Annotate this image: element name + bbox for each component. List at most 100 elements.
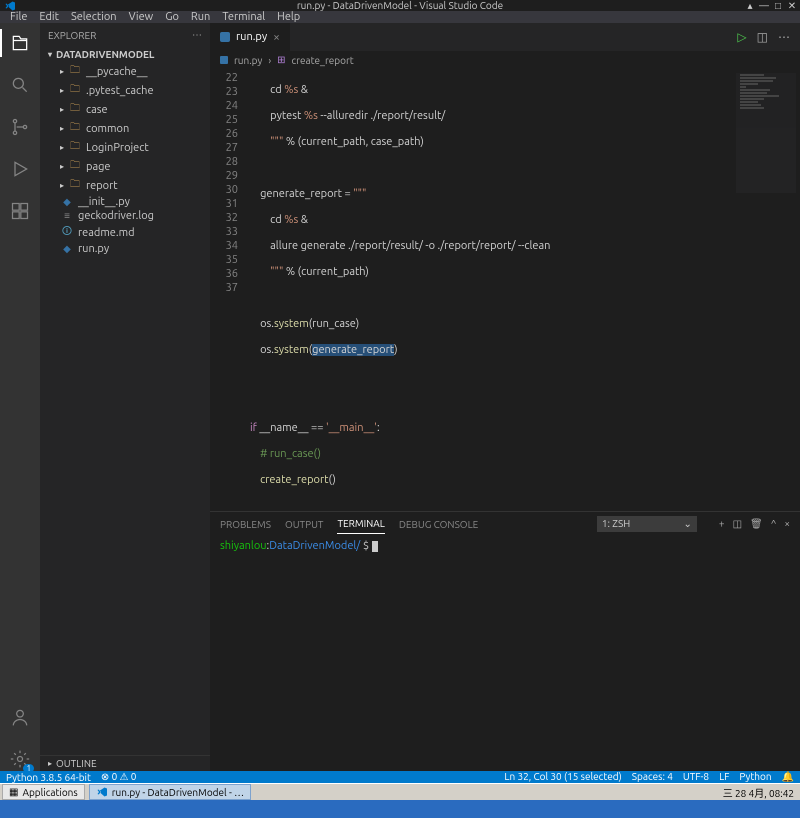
status-bar: Python 3.8.5 64-bit ⊗ 0 ⚠ 0 Ln 32, Col 3… xyxy=(0,771,800,783)
explorer-icon[interactable] xyxy=(8,31,32,55)
maximize-panel-icon[interactable]: ^ xyxy=(771,518,777,530)
system-tray: 三 28 4月, 08:42 xyxy=(717,785,800,800)
status-lang[interactable]: Python xyxy=(739,771,771,783)
menu-bar: File Edit Selection View Go Run Terminal… xyxy=(0,11,800,23)
activity-bar: 1 xyxy=(0,23,40,771)
menu-terminal[interactable]: Terminal xyxy=(216,11,271,23)
line-gutter: 22232425262728293031323334353637 xyxy=(210,69,250,511)
status-bell-icon[interactable]: 🔔 xyxy=(782,771,794,783)
status-cursor[interactable]: Ln 32, Col 30 (15 selected) xyxy=(504,771,621,783)
breadcrumb[interactable]: run.py › ⊞ create_report xyxy=(210,51,800,69)
tray-clock[interactable]: 三 28 4月, 08:42 xyxy=(723,785,794,800)
run-debug-icon[interactable] xyxy=(8,157,32,181)
menu-file[interactable]: File xyxy=(4,11,33,23)
explorer-header: EXPLORER ⋯ xyxy=(40,23,210,47)
os-taskbar: ▦ Applications run.py - DataDrivenModel … xyxy=(0,783,800,800)
tab-close-icon[interactable]: × xyxy=(273,31,280,44)
tab-problems[interactable]: PROBLEMS xyxy=(220,515,271,534)
tab-actions: ▷ ◫ ⋯ xyxy=(737,30,800,44)
terminal-view[interactable]: shiyanlou:DataDrivenModel/ $ xyxy=(210,536,800,771)
symbol-function-icon: ⊞ xyxy=(277,54,285,66)
tree-item[interactable]: ≡geckodriver.log xyxy=(52,209,210,223)
menu-help[interactable]: Help xyxy=(271,11,306,23)
chevron-down-icon: ⌄ xyxy=(684,518,692,530)
editor-split: 22232425262728293031323334353637 cd %s &… xyxy=(210,69,800,771)
close-panel-icon[interactable]: × xyxy=(784,518,790,530)
terminal-user: shiyanlou xyxy=(220,540,267,552)
status-encoding[interactable]: UTF-8 xyxy=(683,771,709,783)
panel-tabs: PROBLEMS OUTPUT TERMINAL DEBUG CONSOLE 1… xyxy=(210,512,800,536)
minimize-button[interactable]: — xyxy=(758,0,770,12)
explorer-sidebar: EXPLORER ⋯ ▾ DATADRIVENMODEL ▸🗀__pycache… xyxy=(40,23,210,771)
status-errors[interactable]: ⊗ 0 ⚠ 0 xyxy=(101,771,137,783)
tree-item[interactable]: ▸🗀report xyxy=(52,176,210,195)
tree-item[interactable]: ▸🗀LoginProject xyxy=(52,138,210,157)
status-eol[interactable]: LF xyxy=(719,771,729,783)
window-controls: ▴ — □ ✕ xyxy=(744,0,798,12)
close-button[interactable]: ✕ xyxy=(786,0,798,12)
outline-section[interactable]: ▸ OUTLINE xyxy=(40,755,210,771)
chevron-right-icon: › xyxy=(268,55,271,66)
applications-label: Applications xyxy=(22,787,77,798)
extensions-icon[interactable] xyxy=(8,199,32,223)
explorer-title: EXPLORER xyxy=(48,30,96,41)
grid-icon: ▦ xyxy=(9,786,18,798)
taskbar-item-vscode[interactable]: run.py - DataDrivenModel - … xyxy=(89,784,251,800)
minimap[interactable] xyxy=(736,73,796,193)
taskbar-item-label: run.py - DataDrivenModel - … xyxy=(112,787,244,798)
tab-run-py[interactable]: run.py × xyxy=(210,23,291,51)
menu-run[interactable]: Run xyxy=(185,11,216,23)
vscode-logo-icon xyxy=(4,0,16,12)
kill-terminal-icon[interactable]: 🗑 xyxy=(750,518,763,530)
tree-item[interactable]: 🛈readme.md xyxy=(52,223,210,242)
menu-selection[interactable]: Selection xyxy=(65,11,123,23)
python-file-icon xyxy=(220,56,228,64)
tab-debug-console[interactable]: DEBUG CONSOLE xyxy=(399,515,478,534)
tree-item[interactable]: ◆run.py xyxy=(52,242,210,256)
editor-tabs: run.py × ▷ ◫ ⋯ xyxy=(210,23,800,51)
tree-item[interactable]: ▸🗀__pycache__ xyxy=(52,62,210,81)
project-name: DATADRIVENMODEL xyxy=(56,49,154,60)
terminal-shell-select[interactable]: 1: zsh ⌄ xyxy=(597,516,697,532)
file-tree: ▸🗀__pycache__▸🗀.pytest_cache▸🗀case▸🗀comm… xyxy=(40,62,210,256)
editor-area: run.py × ▷ ◫ ⋯ run.py › ⊞ create_report … xyxy=(210,23,800,771)
code-editor[interactable]: 22232425262728293031323334353637 cd %s &… xyxy=(210,69,800,511)
tab-terminal[interactable]: TERMINAL xyxy=(337,514,384,534)
tree-item[interactable]: ▸🗀common xyxy=(52,119,210,138)
split-editor-icon[interactable]: ◫ xyxy=(757,30,768,44)
status-python[interactable]: Python 3.8.5 64-bit xyxy=(6,772,91,783)
status-spaces[interactable]: Spaces: 4 xyxy=(632,771,673,783)
more-actions-icon[interactable]: ⋯ xyxy=(778,30,790,44)
bottom-panel: PROBLEMS OUTPUT TERMINAL DEBUG CONSOLE 1… xyxy=(210,511,800,771)
explorer-more-icon[interactable]: ⋯ xyxy=(192,29,202,41)
tab-output[interactable]: OUTPUT xyxy=(285,515,324,534)
search-icon[interactable] xyxy=(8,73,32,97)
breadcrumb-symbol: create_report xyxy=(292,55,354,66)
split-terminal-icon[interactable]: ◫ xyxy=(733,518,742,530)
applications-button[interactable]: ▦ Applications xyxy=(2,784,85,800)
terminal-path: DataDrivenModel/ xyxy=(269,540,360,552)
menu-go[interactable]: Go xyxy=(159,11,185,23)
run-file-icon[interactable]: ▷ xyxy=(737,30,746,44)
settings-gear-icon[interactable]: 1 xyxy=(8,747,32,771)
tree-item[interactable]: ▸🗀case xyxy=(52,100,210,119)
tree-item[interactable]: ◆__init__.py xyxy=(52,195,210,209)
account-icon[interactable] xyxy=(8,705,32,729)
panel-icons: + ◫ 🗑 ^ × xyxy=(719,518,790,530)
new-terminal-icon[interactable]: + xyxy=(719,518,725,530)
main-area: 1 EXPLORER ⋯ ▾ DATADRIVENMODEL ▸🗀__pycac… xyxy=(0,23,800,771)
menu-view[interactable]: View xyxy=(123,11,160,23)
python-file-icon xyxy=(220,32,230,42)
tree-item[interactable]: ▸🗀page xyxy=(52,157,210,176)
maximize-button[interactable]: □ xyxy=(772,0,784,12)
shell-label: 1: zsh xyxy=(602,518,630,530)
window-titlebar: run.py - DataDrivenModel - Visual Studio… xyxy=(0,0,800,11)
terminal-cursor xyxy=(372,541,378,552)
chevron-down-icon: ▾ xyxy=(48,50,52,59)
project-section[interactable]: ▾ DATADRIVENMODEL xyxy=(40,47,210,62)
source-control-icon[interactable] xyxy=(8,115,32,139)
shade-button[interactable]: ▴ xyxy=(744,0,756,12)
code-content[interactable]: cd %s & pytest %s --alluredir ./report/r… xyxy=(250,69,550,511)
menu-edit[interactable]: Edit xyxy=(33,11,65,23)
tree-item[interactable]: ▸🗀.pytest_cache xyxy=(52,81,210,100)
